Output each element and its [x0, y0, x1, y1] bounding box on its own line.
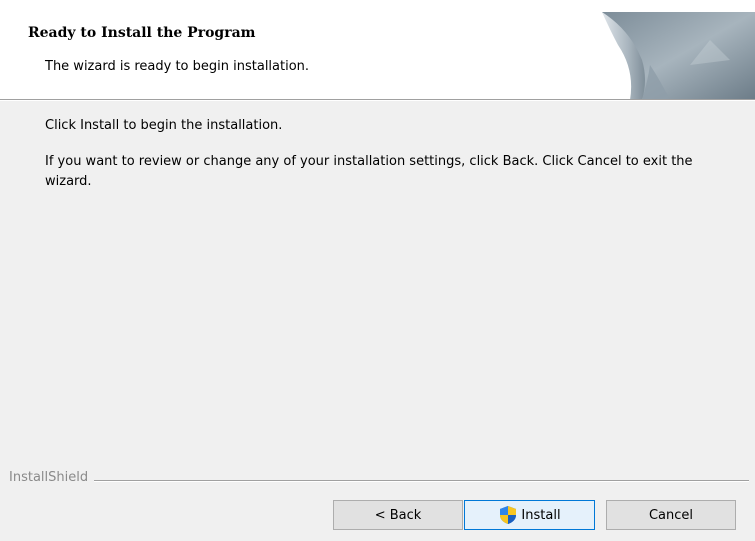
header-divider	[0, 99, 755, 101]
install-button-label: Install	[521, 507, 561, 523]
page-title: Ready to Install the Program	[28, 25, 256, 41]
installshield-label: InstallShield	[9, 470, 95, 485]
back-button-label: < Back	[374, 507, 422, 523]
page-curl-graphic-icon	[602, 12, 755, 100]
uac-shield-icon	[500, 506, 517, 524]
review-text: If you want to review or change any of y…	[45, 154, 693, 189]
back-button[interactable]: < Back	[333, 500, 463, 530]
install-button[interactable]: Install	[464, 500, 595, 530]
footer-divider	[9, 480, 749, 482]
cancel-button-label: Cancel	[648, 507, 694, 523]
page-subtitle: The wizard is ready to begin installatio…	[45, 59, 310, 74]
instruction-text: Click Install to begin the installation.	[45, 118, 283, 133]
installer-dialog: Ready to Install the Program The wizard …	[0, 0, 755, 541]
wizard-header: Ready to Install the Program The wizard …	[0, 0, 755, 100]
cancel-button[interactable]: Cancel	[606, 500, 736, 530]
